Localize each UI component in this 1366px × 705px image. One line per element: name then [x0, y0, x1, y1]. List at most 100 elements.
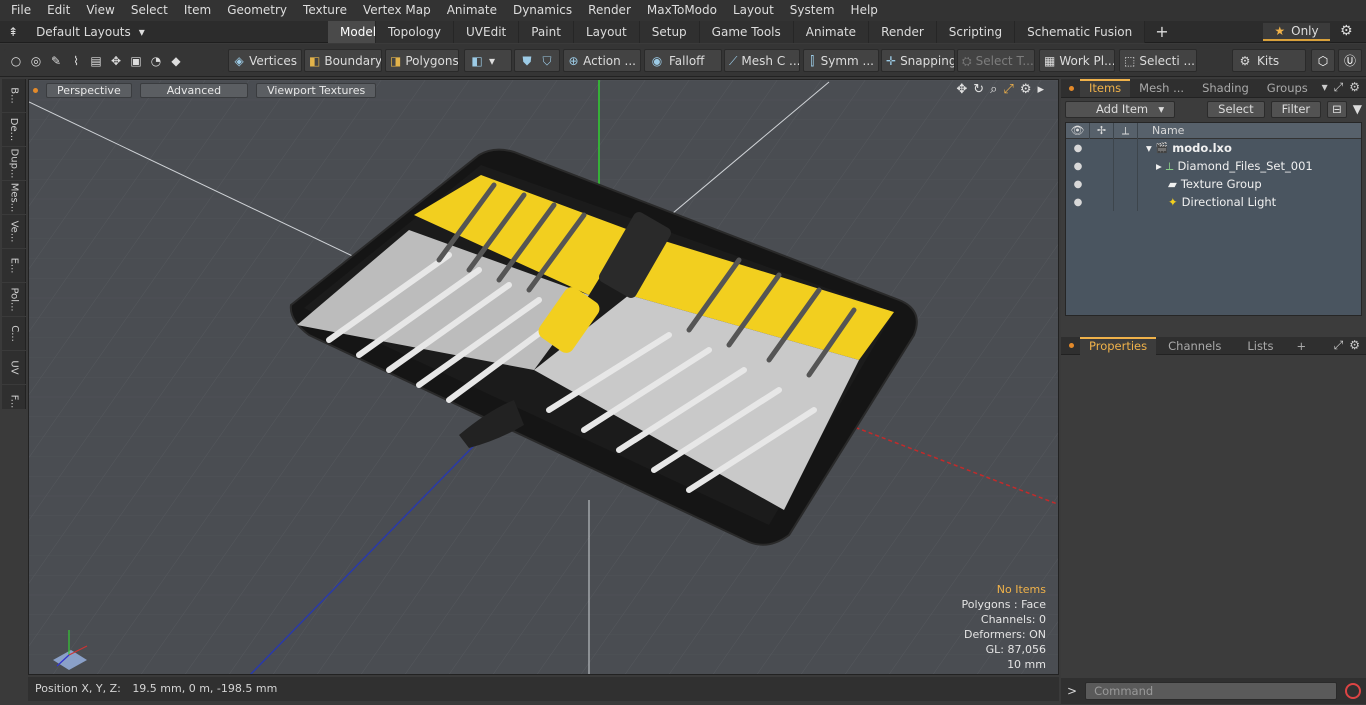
menu-file[interactable]: File [3, 0, 39, 21]
menu-render[interactable]: Render [580, 0, 639, 21]
left-tab-vertex[interactable]: Ve... [2, 215, 26, 249]
move-grid-icon[interactable]: ✥ [108, 53, 124, 69]
tab-render[interactable]: Render [869, 21, 937, 43]
symmetry-shield-buttons[interactable]: ⛊ ⛉ [514, 49, 560, 72]
expand-icon[interactable]: ⤢ [1334, 80, 1344, 95]
tab-setup[interactable]: Setup [639, 21, 700, 43]
command-history-button[interactable] [1345, 683, 1362, 699]
circle-select-icon[interactable]: ○ [8, 53, 24, 69]
add-item-button[interactable]: Add Item ▾ [1065, 100, 1176, 118]
menu-vertex-map[interactable]: Vertex Map [355, 0, 439, 21]
boundary-button[interactable]: ◧ Boundary [304, 49, 382, 72]
menu-animate[interactable]: Animate [439, 0, 505, 21]
action-center-button[interactable]: ⊕ Action ... [563, 49, 641, 72]
left-tab-mesh-edit[interactable]: Mes... [2, 181, 26, 215]
eye-icon[interactable]: ● [1066, 179, 1090, 190]
menu-item[interactable]: Item [176, 0, 219, 21]
left-tab-fusion[interactable]: F... [2, 385, 26, 419]
work-plane-button[interactable]: ▦ Work Pl... [1039, 49, 1115, 72]
tab-lists[interactable]: Lists [1233, 337, 1287, 355]
selection-sets-button[interactable]: ⬚ Selecti ... [1119, 49, 1197, 72]
list-item[interactable]: ● ▸ ⟂ Diamond_Files_Set_001 [1066, 157, 1361, 175]
name-column-header[interactable]: Name [1138, 124, 1184, 137]
tab-properties[interactable]: Properties [1080, 336, 1157, 355]
add-tab-button[interactable]: + [1145, 21, 1178, 43]
snapping-button[interactable]: ✛ Snapping [881, 49, 955, 72]
advanced-shading-button[interactable]: Advanced [139, 82, 249, 98]
lasso-icon[interactable]: ⌇ [68, 53, 84, 69]
list-item[interactable]: ● ▾ 🎬 modo.lxo [1066, 139, 1361, 157]
expand-arrow-icon[interactable]: ▸ [1156, 159, 1162, 173]
eye-icon[interactable]: ● [1066, 143, 1090, 154]
eye-icon[interactable]: ● [1066, 197, 1090, 208]
maximize-icon[interactable]: ⤢ [1003, 82, 1013, 97]
left-tab-duplicate[interactable]: Dup... [2, 147, 26, 181]
globe-icon[interactable]: ◎ [28, 53, 44, 69]
tab-channels[interactable]: Channels [1156, 337, 1233, 355]
eye-icon[interactable]: ● [1066, 161, 1090, 172]
collapse-icon[interactable]: ⇞ [8, 21, 18, 43]
menu-view[interactable]: View [78, 0, 122, 21]
menu-dynamics[interactable]: Dynamics [505, 0, 580, 21]
select-through-button[interactable]: ⛭ Select T... [957, 49, 1035, 72]
menu-geometry[interactable]: Geometry [219, 0, 295, 21]
menu-edit[interactable]: Edit [39, 0, 78, 21]
perspective-button[interactable]: Perspective [46, 82, 132, 98]
menu-maxtomodo[interactable]: MaxToModo [639, 0, 725, 21]
tab-scripting[interactable]: Scripting [936, 21, 1016, 43]
play-icon[interactable]: ▸ [1037, 82, 1044, 97]
render-column-icon[interactable]: ⟂ [1114, 122, 1138, 139]
tab-groups[interactable]: Groups [1258, 79, 1317, 97]
left-tab-basic[interactable]: B... [2, 79, 26, 113]
expand-arrow-icon[interactable]: ▾ [1146, 141, 1152, 155]
pan-icon[interactable]: ✥ [956, 82, 967, 97]
menu-system[interactable]: System [782, 0, 843, 21]
command-input[interactable]: Command [1085, 682, 1338, 700]
menu-select[interactable]: Select [123, 0, 176, 21]
menu-texture[interactable]: Texture [295, 0, 355, 21]
menu-layout[interactable]: Layout [725, 0, 782, 21]
kits-button[interactable]: ⚙ Kits [1232, 49, 1306, 72]
panel-gear-icon[interactable]: ⚙ [1349, 80, 1360, 95]
left-tab-deform[interactable]: De... [2, 113, 26, 147]
menu-help[interactable]: Help [843, 0, 886, 21]
tab-schematic-fusion[interactable]: Schematic Fusion [1015, 21, 1146, 43]
chevron-down-icon[interactable]: ▾ [1322, 80, 1328, 95]
filter-button[interactable]: Filter [1270, 100, 1322, 118]
left-tab-edge[interactable]: E... [2, 249, 26, 283]
vertices-button[interactable]: ◈ Vertices [228, 49, 302, 72]
tab-topology[interactable]: Topology [376, 21, 454, 43]
3d-viewport[interactable]: Perspective Advanced Viewport Textures ✥… [28, 79, 1059, 675]
left-tab-uv[interactable]: UV [2, 351, 26, 385]
pen-icon[interactable]: ✎ [48, 53, 64, 69]
tab-mesh[interactable]: Mesh ... [1130, 79, 1193, 97]
expand-icon[interactable]: ⤢ [1334, 338, 1344, 353]
visibility-column-icon[interactable]: 👁 [1066, 122, 1090, 139]
only-toggle-button[interactable]: ★ Only [1263, 23, 1330, 41]
panel-menu-dot[interactable] [1069, 343, 1074, 348]
clock-icon[interactable]: ◔ [148, 53, 164, 69]
lock-column-icon[interactable]: ✢ [1090, 122, 1114, 139]
tab-model[interactable]: Model [328, 21, 376, 43]
falloff-button[interactable]: ◉ Falloff [644, 49, 722, 72]
tab-items[interactable]: Items [1080, 79, 1131, 97]
unreal-button[interactable]: Ⓤ [1338, 49, 1362, 72]
unity-button[interactable]: ⬡ [1311, 49, 1335, 72]
rotate-icon[interactable]: ↻ [973, 82, 984, 97]
zoom-icon[interactable]: ⌕ [990, 82, 997, 97]
material-mode-button[interactable]: ◧ ▾ [464, 49, 512, 72]
tab-animate[interactable]: Animate [793, 21, 870, 43]
left-tab-polygon[interactable]: Pol... [2, 283, 26, 317]
mesh-constraint-button[interactable]: ⟋ Mesh C ... [724, 49, 800, 72]
funnel-icon[interactable]: ▼ [1353, 102, 1362, 116]
item-mode-icon[interactable]: ◆ [168, 53, 184, 69]
select-button[interactable]: Select [1207, 100, 1265, 118]
list-item[interactable]: ● ▰ Texture Group [1066, 175, 1361, 193]
gear-icon[interactable]: ⚙ [1340, 23, 1353, 39]
polygons-button[interactable]: ◨ Polygons [385, 49, 459, 72]
list-item[interactable]: ● ✦ Directional Light [1066, 193, 1361, 211]
tab-game-tools[interactable]: Game Tools [699, 21, 794, 43]
center-icon[interactable]: ▣ [128, 53, 144, 69]
layout-selector[interactable]: ⇞ Default Layouts ▾ [8, 21, 145, 43]
panel-gear-icon[interactable]: ⚙ [1349, 338, 1360, 353]
